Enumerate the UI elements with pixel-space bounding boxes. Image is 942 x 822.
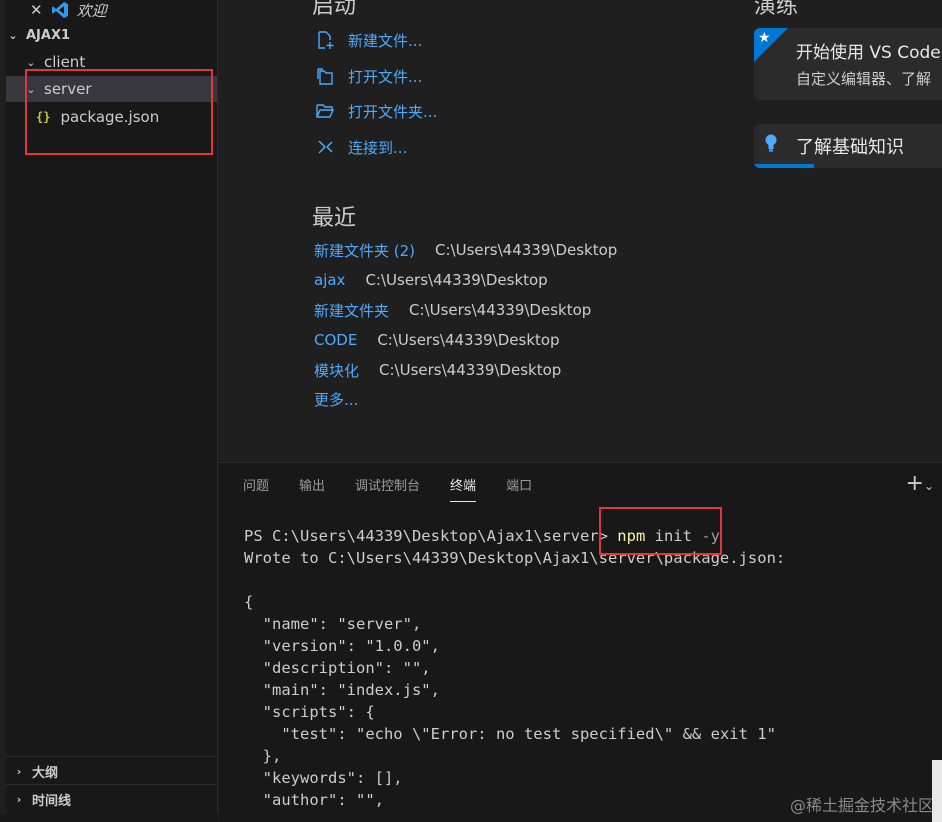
card-title: 了解基础知识 — [796, 137, 904, 158]
recent-name[interactable]: 新建文件夹 — [314, 300, 389, 321]
recent-name[interactable]: 新建文件夹 (2) — [314, 240, 415, 261]
walkthrough-heading: 演练 — [754, 0, 799, 19]
root-folder-label: AJAX1 — [26, 27, 71, 43]
chevron-down-icon: ⌄ — [8, 28, 18, 42]
open-folder-action[interactable]: 打开文件夹... — [314, 98, 437, 124]
recent-item[interactable]: ajax C:\Users\44339\Desktop — [314, 269, 548, 291]
recent-name[interactable]: ajax — [314, 271, 345, 289]
chevron-down-icon: ⌄ — [26, 55, 36, 69]
status-bar — [0, 814, 218, 822]
terminal-output[interactable]: PS C:\Users\44339\Desktop\Ajax1\server> … — [244, 525, 785, 811]
recent-name[interactable]: CODE — [314, 331, 357, 349]
terminal-line: { — [244, 593, 254, 611]
scrollbar-thumb[interactable] — [932, 760, 942, 822]
recent-path: C:\Users\44339\Desktop — [379, 361, 562, 379]
walkthrough-card-fundamentals[interactable]: 了解基础知识 — [754, 124, 942, 168]
close-icon[interactable]: ✕ — [30, 1, 43, 19]
watermark: @稀土掘金技术社区 — [789, 796, 934, 815]
action-label: 打开文件... — [348, 67, 423, 86]
card-progress — [754, 164, 814, 168]
vscode-logo-icon — [51, 2, 68, 18]
explorer-root-folder[interactable]: ⌄ AJAX1 — [6, 22, 217, 48]
outline-label: 大纲 — [32, 765, 59, 781]
terminal-line: "keywords": [], — [244, 769, 403, 787]
card-title: 开始使用 VS Code — [796, 43, 941, 63]
start-heading: 启动 — [312, 0, 357, 19]
recent-item[interactable]: 模块化 C:\Users\44339\Desktop — [314, 359, 561, 381]
action-label: 连接到... — [348, 138, 408, 157]
terminal-line: "name": "server", — [244, 615, 422, 633]
terminal-line: "author": "", — [244, 791, 384, 809]
terminal-line: "test": "echo \"Error: no test specified… — [244, 725, 776, 743]
star-icon: ★ — [758, 30, 771, 46]
new-terminal-plus-icon[interactable]: +⌄ — [906, 471, 935, 496]
chevron-down-icon[interactable]: ⌄ — [924, 479, 934, 493]
walkthrough-card-get-started[interactable]: ★ 开始使用 VS Code 自定义编辑器、了解 — [754, 28, 942, 100]
open-editor-welcome[interactable]: ✕ 欢迎 — [30, 0, 107, 20]
open-file-icon — [314, 65, 336, 87]
outline-section[interactable]: › 大纲 — [6, 756, 217, 785]
recent-path: C:\Users\44339\Desktop — [435, 241, 618, 259]
terminal-prompt: PS C:\Users\44339\Desktop\Ajax1\server> — [244, 527, 608, 545]
connect-to-action[interactable]: 连接到... — [314, 134, 407, 160]
new-file-icon — [314, 29, 336, 51]
recent-path: C:\Users\44339\Desktop — [377, 331, 560, 349]
recent-item[interactable]: 新建文件夹 (2) C:\Users\44339\Desktop — [314, 239, 617, 261]
terminal-line: "description": "", — [244, 659, 431, 677]
welcome-page: 启动 演练 新建文件... 打开文件... 打开文件夹... 连接到... 最近… — [219, 0, 942, 462]
recent-item[interactable]: 新建文件夹 C:\Users\44339\Desktop — [314, 299, 591, 321]
timeline-label: 时间线 — [32, 793, 72, 809]
recent-path: C:\Users\44339\Desktop — [365, 271, 548, 289]
new-file-action[interactable]: 新建文件... — [314, 27, 422, 53]
chevron-right-icon: › — [16, 764, 22, 778]
open-file-action[interactable]: 打开文件... — [314, 63, 422, 89]
lightbulb-icon — [765, 134, 777, 152]
highlight-box — [25, 69, 213, 155]
tab-ports[interactable]: 端口 — [506, 475, 532, 500]
action-label: 新建文件... — [348, 31, 423, 50]
panel-tabs: 问题 输出 调试控制台 终端 端口 — [243, 475, 562, 502]
highlight-box — [599, 507, 722, 555]
terminal-line: "scripts": { — [244, 703, 375, 721]
recent-path: C:\Users\44339\Desktop — [409, 301, 592, 319]
action-label: 打开文件夹... — [348, 102, 438, 121]
terminal-line: "main": "index.js", — [244, 681, 440, 699]
remote-connect-icon — [314, 136, 336, 158]
terminal-line: }, — [244, 747, 282, 765]
tab-terminal[interactable]: 终端 — [450, 475, 477, 502]
timeline-section[interactable]: › 时间线 — [6, 784, 217, 813]
more-recent-link[interactable]: 更多... — [314, 389, 358, 410]
terminal-line: "version": "1.0.0", — [244, 637, 440, 655]
bottom-panel: 问题 输出 调试控制台 终端 端口 +⌄ PS C:\Users\44339\D… — [219, 462, 942, 822]
tab-debug-console[interactable]: 调试控制台 — [355, 475, 420, 500]
recent-name[interactable]: 模块化 — [314, 360, 359, 381]
chevron-right-icon: › — [16, 792, 22, 806]
open-editor-label: 欢迎 — [76, 1, 107, 20]
tab-output[interactable]: 输出 — [299, 475, 325, 500]
recent-item[interactable]: CODE C:\Users\44339\Desktop — [314, 329, 560, 351]
tab-problems[interactable]: 问题 — [243, 475, 269, 500]
explorer-sidebar: ✕ 欢迎 ⌄ AJAX1 ⌄ client ⌄ server {} packag… — [0, 0, 218, 822]
recent-heading: 最近 — [312, 206, 357, 231]
card-description: 自定义编辑器、了解 — [796, 70, 932, 88]
open-folder-icon — [314, 100, 336, 122]
